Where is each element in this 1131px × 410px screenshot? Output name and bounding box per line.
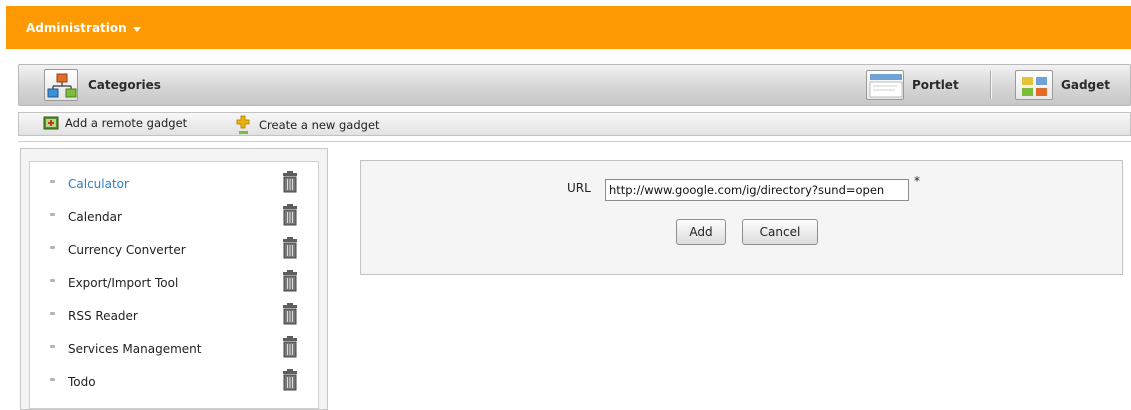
bullet-icon xyxy=(50,279,55,282)
trash-icon[interactable] xyxy=(280,336,300,358)
gadget-name-link[interactable]: Todo xyxy=(68,375,96,389)
bullet-icon xyxy=(50,246,55,249)
list-item[interactable]: Calculator xyxy=(30,170,320,200)
create-new-gadget-icon xyxy=(236,115,250,134)
bullet-icon xyxy=(50,180,55,183)
tab-gadget[interactable]: Gadget xyxy=(1015,69,1110,101)
administration-label: Administration xyxy=(26,21,127,35)
trash-icon[interactable] xyxy=(280,237,300,259)
gadget-action-bar: Add a remote gadget Create a new gadget xyxy=(18,112,1131,136)
required-mark: * xyxy=(914,174,920,188)
add-remote-gadget-label: Add a remote gadget xyxy=(65,116,188,130)
bullet-icon xyxy=(50,345,55,348)
categories-title[interactable]: Categories xyxy=(88,78,161,92)
list-item[interactable]: Services Management xyxy=(30,335,320,365)
categories-tree-icon[interactable] xyxy=(44,69,78,101)
gadget-name-link[interactable]: Currency Converter xyxy=(68,243,186,257)
bullet-icon xyxy=(50,378,55,381)
trash-icon[interactable] xyxy=(280,303,300,325)
trash-icon[interactable] xyxy=(280,204,300,226)
tab-gadget-label: Gadget xyxy=(1061,78,1111,92)
create-new-gadget-label: Create a new gadget xyxy=(259,118,380,132)
gadget-name-link[interactable]: Calendar xyxy=(68,210,122,224)
list-item[interactable]: Currency Converter xyxy=(30,236,320,266)
gadget-name-link[interactable]: Export/Import Tool xyxy=(68,276,178,290)
add-remote-gadget-icon xyxy=(43,116,59,130)
portlet-icon xyxy=(866,70,904,100)
url-label: URL xyxy=(567,181,591,195)
chevron-down-icon xyxy=(132,26,141,32)
administration-menu[interactable]: Administration xyxy=(26,21,141,35)
gadget-name-link[interactable]: RSS Reader xyxy=(68,309,138,323)
cancel-button[interactable]: Cancel xyxy=(742,219,818,245)
create-new-gadget-button[interactable]: Create a new gadget xyxy=(235,115,380,135)
add-remote-gadget-form: URL * Add Cancel xyxy=(360,160,1123,275)
trash-icon[interactable] xyxy=(280,369,300,391)
list-item[interactable]: RSS Reader xyxy=(30,302,320,332)
tab-portlet[interactable]: Portlet xyxy=(866,69,959,101)
add-remote-gadget-button[interactable]: Add a remote gadget xyxy=(43,115,187,131)
tab-separator xyxy=(990,71,991,99)
trash-icon[interactable] xyxy=(280,270,300,292)
gadget-list-panel: Calculator Calendar Currency Converter E… xyxy=(20,148,328,410)
gadget-icon xyxy=(1015,70,1053,100)
gadget-list: Calculator Calendar Currency Converter E… xyxy=(29,161,319,409)
list-item[interactable]: Export/Import Tool xyxy=(30,269,320,299)
url-input[interactable] xyxy=(605,179,909,201)
bullet-icon xyxy=(50,312,55,315)
list-item[interactable]: Calendar xyxy=(30,203,320,233)
tab-portlet-label: Portlet xyxy=(912,78,959,92)
gadget-name-link[interactable]: Calculator xyxy=(68,177,129,191)
list-item[interactable]: Todo xyxy=(30,368,320,398)
add-button[interactable]: Add xyxy=(676,219,726,245)
trash-icon[interactable] xyxy=(280,171,300,193)
bullet-icon xyxy=(50,213,55,216)
gadget-name-link[interactable]: Services Management xyxy=(68,342,201,356)
divider xyxy=(18,141,1131,142)
admin-top-bar: Administration xyxy=(6,6,1131,49)
categories-toolbar: Categories Portlet Gadget xyxy=(18,64,1131,106)
